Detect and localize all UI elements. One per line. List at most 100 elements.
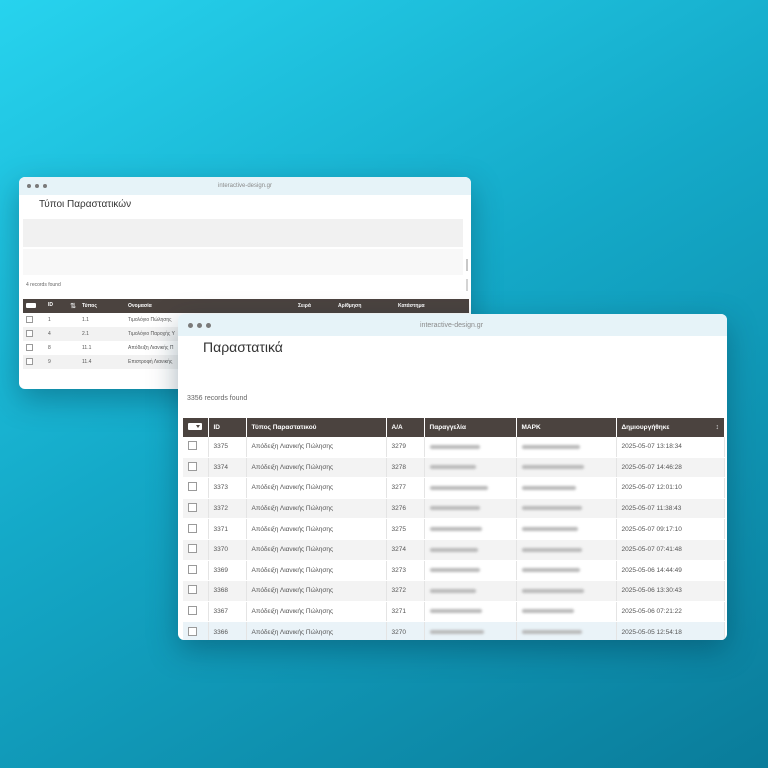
- cell-aa: 3278: [386, 457, 425, 479]
- cell-aa: 3276: [386, 498, 425, 520]
- cell-type: 11.4: [79, 355, 125, 369]
- row-checkbox[interactable]: [188, 544, 197, 554]
- row-checkbox-cell[interactable]: [183, 539, 209, 561]
- row-checkbox[interactable]: [188, 626, 197, 636]
- cell-document-type: Απόδειξη Λιανικής Πώλησης: [246, 518, 387, 540]
- cell-document-type: Απόδειξη Λιανικής Πώλησης: [246, 580, 387, 602]
- cell-document-type: Απόδειξη Λιανικής Πώλησης: [246, 498, 387, 520]
- cell-id: 3370: [208, 539, 247, 561]
- row-checkbox[interactable]: [26, 343, 33, 351]
- cell-document-type: Απόδειξη Λιανικής Πώλησης: [246, 560, 387, 582]
- blurred-mark: [521, 506, 582, 511]
- page-title: Τύποι Παραστατικών: [39, 199, 132, 210]
- cell-document-type: Απόδειξη Λιανικής Πώλησης: [246, 621, 387, 640]
- blurred-order: [429, 526, 482, 531]
- blurred-mark: [521, 588, 584, 593]
- cell-mark: [516, 621, 617, 640]
- row-checkbox[interactable]: [26, 357, 33, 365]
- column-header-numbering[interactable]: Αρίθμηση: [335, 299, 395, 313]
- row-checkbox-cell[interactable]: [23, 327, 45, 341]
- table-row[interactable]: 3371 Απόδειξη Λιανικής Πώλησης 3275 2025-05…: [183, 518, 725, 540]
- row-checkbox[interactable]: [188, 564, 197, 574]
- cell-mark: [516, 560, 617, 582]
- sort-arrow-icon[interactable]: ↕: [716, 424, 720, 431]
- select-all-checkbox[interactable]: [183, 418, 209, 437]
- select-dropdown-icon[interactable]: [26, 302, 36, 308]
- cell-id: 9: [45, 355, 79, 369]
- cell-order: [424, 498, 517, 520]
- table-row[interactable]: 3375 Απόδειξη Λιανικής Πώλησης 3279 2025-05…: [183, 437, 725, 458]
- column-header-name[interactable]: Ονομασία: [125, 299, 295, 313]
- row-checkbox[interactable]: [188, 585, 197, 595]
- cell-id: 3374: [208, 457, 247, 479]
- table-row[interactable]: 3368 Απόδειξη Λιανικής Πώλησης 3272 2025-05…: [183, 580, 725, 602]
- row-checkbox-cell[interactable]: [183, 457, 209, 479]
- cell-aa: 3272: [386, 580, 425, 602]
- filter-area: [23, 219, 463, 247]
- filter-area-secondary: [23, 249, 463, 275]
- row-checkbox[interactable]: [188, 523, 197, 533]
- cell-order: [424, 518, 517, 540]
- row-checkbox[interactable]: [26, 329, 33, 337]
- row-checkbox-cell[interactable]: [183, 477, 209, 499]
- cell-created: 2025-05-06 07:21:22: [616, 601, 725, 623]
- row-checkbox[interactable]: [26, 315, 33, 323]
- scrollbar[interactable]: [466, 279, 468, 291]
- select-all-checkbox[interactable]: [23, 299, 45, 313]
- column-header-id[interactable]: ID ⇅: [45, 299, 79, 313]
- cell-aa: 3279: [386, 437, 425, 458]
- row-checkbox-cell[interactable]: [183, 560, 209, 582]
- cell-created: 2025-05-05 12:54:18: [616, 621, 725, 640]
- column-header-aa[interactable]: Α/Α: [386, 418, 425, 437]
- row-checkbox-cell[interactable]: [23, 341, 45, 355]
- row-checkbox[interactable]: [188, 606, 197, 616]
- row-checkbox-cell[interactable]: [183, 621, 209, 640]
- blurred-order: [429, 609, 482, 614]
- row-checkbox-cell[interactable]: [183, 601, 209, 623]
- cell-id: 8: [48, 345, 51, 351]
- row-checkbox-cell[interactable]: [23, 313, 45, 327]
- row-checkbox-cell[interactable]: [183, 518, 209, 540]
- column-header-store[interactable]: Κατάστημα: [395, 299, 469, 313]
- window-url: interactive-design.gr: [217, 183, 273, 189]
- table-row[interactable]: 3370 Απόδειξη Λιανικής Πώλησης 3274 2025-05…: [183, 539, 725, 561]
- row-checkbox-cell[interactable]: [183, 437, 209, 458]
- column-header-created[interactable]: Δημιουργήθηκε ↕: [616, 418, 725, 437]
- cell-order: [424, 457, 517, 479]
- table-header-row: ID ⇅ Τύπος Ονομασία Σειρά Αρίθμηση Κατάστ…: [23, 299, 469, 313]
- row-checkbox[interactable]: [188, 461, 197, 471]
- column-header-id[interactable]: ID: [208, 418, 247, 437]
- cell-created: 2025-05-06 14:44:49: [616, 560, 725, 582]
- select-dropdown-icon[interactable]: [188, 423, 202, 430]
- column-header-series[interactable]: Σειρά: [295, 299, 335, 313]
- sort-icon[interactable]: ⇅: [70, 302, 76, 310]
- documents-table: ID Τύπος Παραστατικού Α/Α Παραγγελία ΜΑΡ…: [183, 418, 725, 640]
- table-row[interactable]: 3369 Απόδειξη Λιανικής Πώλησης 3273 2025-05…: [183, 560, 725, 582]
- cell-id: 3369: [208, 560, 247, 582]
- row-checkbox-cell[interactable]: [183, 580, 209, 602]
- row-checkbox[interactable]: [188, 441, 197, 451]
- window-titlebar: interactive-design.gr: [19, 177, 471, 195]
- cell-mark: [516, 498, 617, 520]
- row-checkbox[interactable]: [188, 503, 197, 513]
- table-row[interactable]: 3367 Απόδειξη Λιανικής Πώλησης 3271 2025-05…: [183, 601, 725, 623]
- column-header-order[interactable]: Παραγγελία: [424, 418, 517, 437]
- row-checkbox[interactable]: [188, 482, 197, 492]
- table-row[interactable]: 3372 Απόδειξη Λιανικής Πώλησης 3276 2025-05…: [183, 498, 725, 520]
- blurred-order: [429, 588, 476, 593]
- table-row[interactable]: 3374 Απόδειξη Λιανικής Πώλησης 3278 2025-05…: [183, 457, 725, 479]
- row-checkbox-cell[interactable]: [23, 355, 45, 369]
- cell-aa: 3275: [386, 518, 425, 540]
- column-header-mark[interactable]: ΜΑΡΚ: [516, 418, 617, 437]
- cell-type: 11.1: [82, 345, 92, 351]
- column-header-type[interactable]: Τύπος: [79, 299, 125, 313]
- cell-document-type: Απόδειξη Λιανικής Πώλησης: [246, 601, 387, 623]
- scrollbar[interactable]: [466, 259, 468, 271]
- row-checkbox-cell[interactable]: [183, 498, 209, 520]
- table-row[interactable]: 3366 Απόδειξη Λιανικής Πώλησης 3270 2025-05…: [183, 621, 725, 640]
- blurred-order: [429, 568, 480, 573]
- column-header-document-type[interactable]: Τύπος Παραστατικού: [246, 418, 387, 437]
- table-header-row: ID Τύπος Παραστατικού Α/Α Παραγγελία ΜΑΡ…: [183, 418, 725, 437]
- table-row[interactable]: 3373 Απόδειξη Λιανικής Πώλησης 3277 2025-05…: [183, 477, 725, 499]
- blurred-mark: [521, 526, 578, 531]
